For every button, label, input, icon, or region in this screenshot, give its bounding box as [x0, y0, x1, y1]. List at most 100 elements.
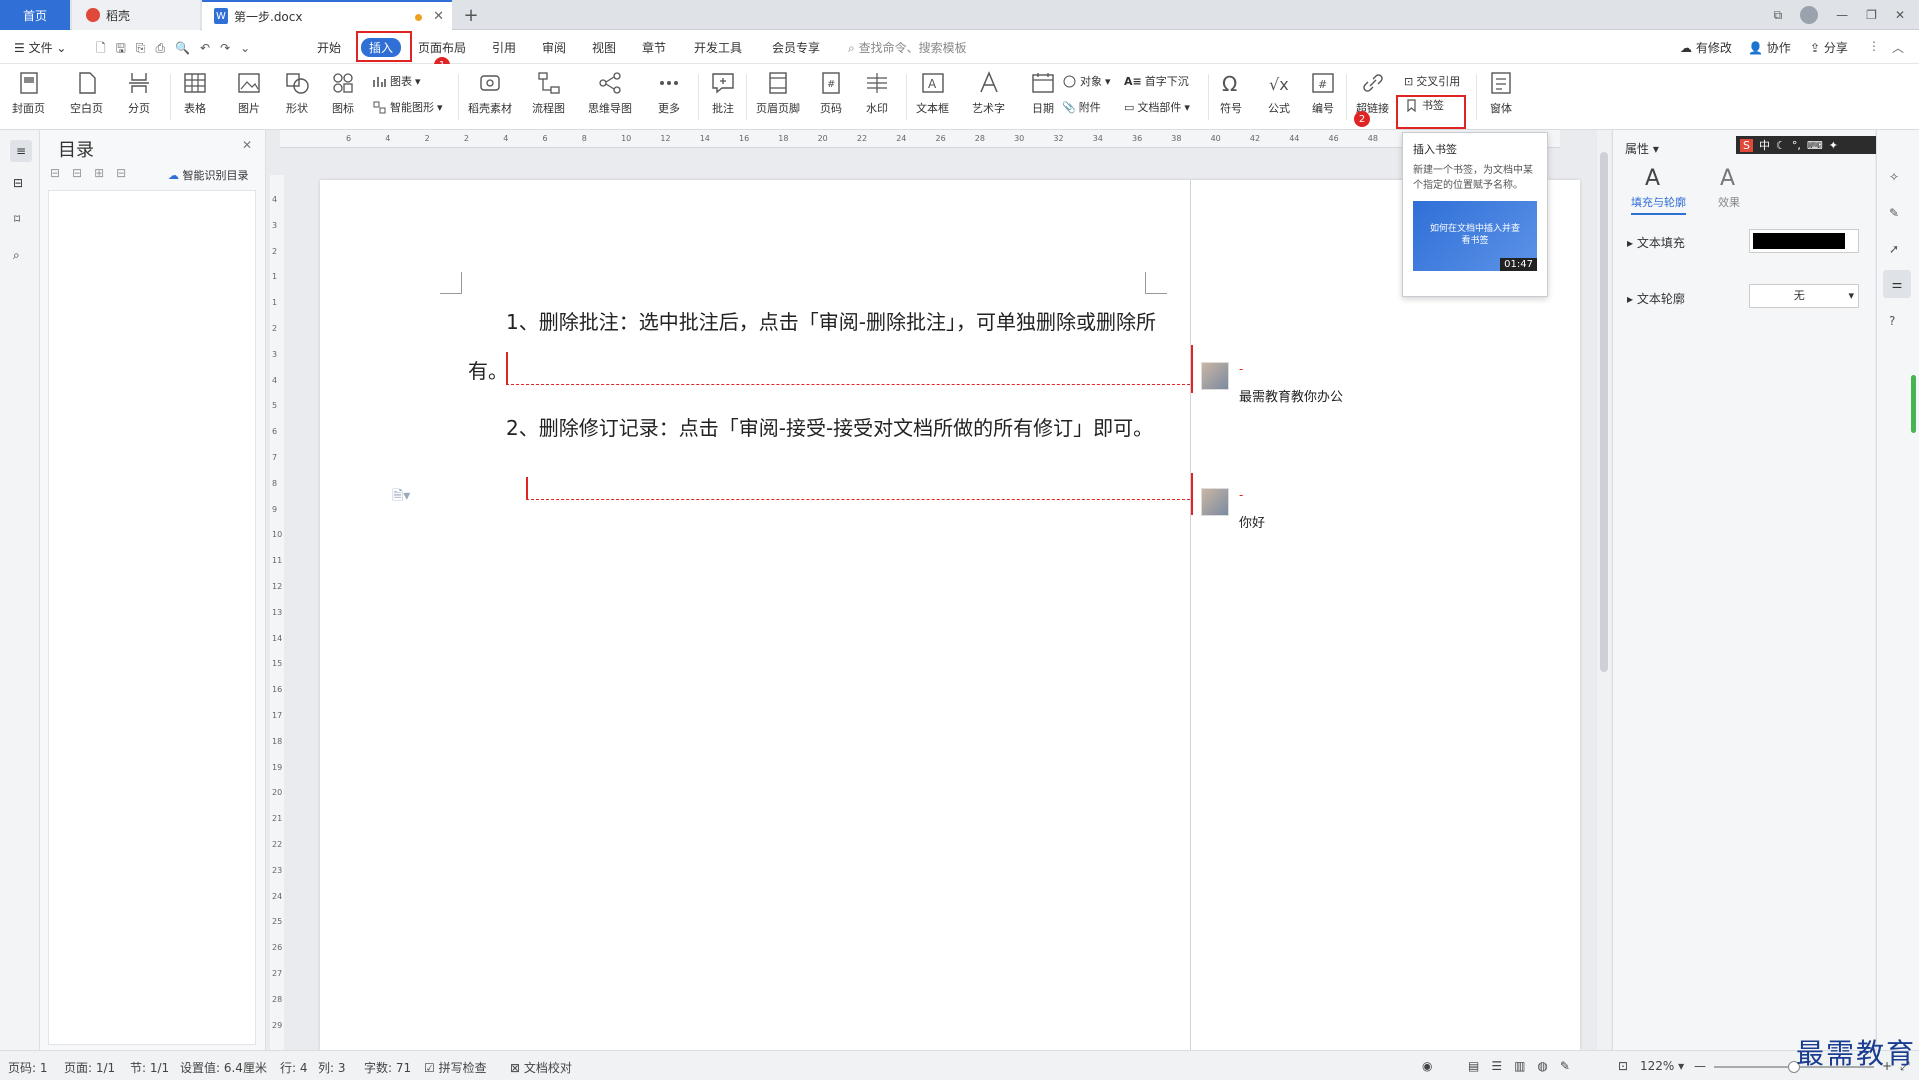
quick-access-toolbar[interactable]: 🗋🖫⎘⎙🔍↶↷⌄: [96, 39, 260, 60]
command-search[interactable]: ⌕ 查找命令、搜索模板: [848, 39, 967, 56]
mind-map-button[interactable]: 思维导图: [588, 70, 632, 116]
zoom-out-icon[interactable]: —: [1694, 1059, 1706, 1073]
more-options-icon[interactable]: ⋮: [1868, 39, 1880, 53]
search-nav-icon[interactable]: ⌕: [13, 248, 20, 263]
style-icon[interactable]: ✧: [1889, 170, 1899, 184]
page-number-button[interactable]: # 页码: [818, 70, 844, 116]
menu-member[interactable]: 会员专享: [772, 39, 820, 56]
status-setting[interactable]: 设置值: 6.4厘米: [180, 1059, 267, 1076]
blank-page-button[interactable]: 空白页: [70, 70, 103, 116]
table-button[interactable]: 表格: [182, 70, 208, 116]
daoke-material-button[interactable]: 稻壳素材: [468, 70, 512, 116]
text-box-button[interactable]: A 文本框: [916, 70, 949, 116]
file-menu[interactable]: ☰ 文件 ⌄: [14, 39, 66, 56]
zoom-fit-icon[interactable]: ⊡: [1618, 1059, 1628, 1073]
menu-developer[interactable]: 开发工具: [694, 39, 742, 56]
effect-tab-icon[interactable]: A: [1720, 166, 1735, 191]
paragraph-2[interactable]: 2、删除修订记录：点击「审阅-接受-接受对文档所做的所有修订」即可。: [506, 412, 1153, 441]
effect-tab[interactable]: 效果: [1718, 194, 1740, 210]
fill-outline-tab[interactable]: 填充与轮廓: [1631, 194, 1686, 215]
cross-reference-button[interactable]: ⊡ 交叉引用: [1404, 73, 1460, 89]
menu-start[interactable]: 开始: [317, 39, 341, 56]
menu-review[interactable]: 审阅: [542, 39, 566, 56]
chart-button[interactable]: 图表 ▾: [372, 73, 421, 89]
object-button[interactable]: 对象 ▾: [1062, 73, 1111, 89]
layout-icon[interactable]: ⧉: [1774, 8, 1783, 23]
close-toc-icon[interactable]: ✕: [242, 138, 252, 152]
property-title[interactable]: 属性 ▾: [1625, 140, 1659, 157]
close-tab-icon[interactable]: ✕: [433, 9, 444, 24]
select-icon[interactable]: ➚: [1889, 242, 1899, 256]
fill-outline-tab-icon[interactable]: A: [1645, 166, 1660, 191]
menu-references[interactable]: 引用: [492, 39, 516, 56]
text-fill-row[interactable]: ▸ 文本填充: [1627, 234, 1685, 251]
text-outline-row[interactable]: ▸ 文本轮廓: [1627, 290, 1685, 307]
comment-button[interactable]: 批注: [710, 70, 736, 116]
formula-button[interactable]: √x 公式: [1266, 70, 1292, 116]
side-scroll-indicator[interactable]: [1911, 375, 1916, 433]
paragraph-1-cont[interactable]: 有。: [468, 355, 508, 384]
tab-daoke[interactable]: 稻壳: [72, 0, 200, 30]
status-page[interactable]: 页码: 1: [8, 1059, 48, 1076]
zoom-level[interactable]: 122% ▾: [1640, 1059, 1684, 1073]
restore-icon[interactable]: ❐: [1866, 8, 1877, 22]
tooltip-video-thumbnail[interactable]: 如何在文档中插入并查看书签 01:47: [1413, 201, 1537, 271]
smart-toc-button[interactable]: ☁ 智能识别目录: [168, 167, 249, 183]
collapse-ribbon-icon[interactable]: ︿: [1892, 39, 1904, 56]
page-break-button[interactable]: 分页: [126, 70, 152, 116]
header-footer-button[interactable]: 页眉页脚: [756, 70, 800, 116]
close-window-icon[interactable]: ✕: [1895, 8, 1905, 22]
tab-document[interactable]: W 第一步.docx ✕: [202, 0, 452, 30]
bookmark-nav-icon[interactable]: ⌑: [14, 212, 20, 226]
hyperlink-button[interactable]: 超链接: [1356, 70, 1389, 116]
more-button[interactable]: 更多: [656, 70, 682, 116]
pen-icon[interactable]: ✎: [1889, 206, 1899, 220]
smart-graphic-button[interactable]: 智能图形 ▾: [372, 99, 443, 115]
vertical-scrollbar[interactable]: [1597, 130, 1611, 1050]
attachment-button[interactable]: 📎 附件: [1062, 99, 1101, 115]
watermark-button[interactable]: 水印: [864, 70, 890, 116]
flowchart-button[interactable]: 流程图: [532, 70, 565, 116]
new-tab-button[interactable]: +: [458, 0, 484, 30]
share-button[interactable]: ⇪ 分享: [1810, 39, 1848, 56]
toc-nav-icon[interactable]: ≡: [10, 140, 32, 162]
status-words[interactable]: 字数: 71: [364, 1059, 411, 1076]
status-row[interactable]: 行: 4: [280, 1059, 308, 1076]
user-avatar[interactable]: [1800, 6, 1819, 24]
status-pages[interactable]: 页面: 1/1: [64, 1059, 115, 1076]
shape-button[interactable]: 形状: [284, 70, 310, 116]
toc-tools[interactable]: ⊟⊟⊞⊟: [50, 166, 138, 180]
word-art-button[interactable]: 艺术字: [972, 70, 1005, 116]
cover-page-button[interactable]: 封面页: [12, 70, 45, 116]
text-outline-select[interactable]: 无 ▾: [1749, 284, 1859, 308]
minimize-icon[interactable]: —: [1836, 8, 1848, 22]
icon-library-button[interactable]: 图标: [330, 70, 356, 116]
doc-proof-button[interactable]: ⊠ 文档校对: [510, 1059, 572, 1076]
comment-text-2[interactable]: 你好: [1239, 512, 1265, 531]
collaborate-button[interactable]: 👤 协作: [1748, 39, 1791, 56]
paragraph-marker-icon[interactable]: 🗎▾: [392, 485, 410, 509]
drop-cap-button[interactable]: A≡ 首字下沉: [1124, 73, 1189, 89]
modified-button[interactable]: ☁ 有修改: [1680, 39, 1732, 56]
picture-button[interactable]: 图片: [236, 70, 262, 116]
form-button[interactable]: 窗体: [1488, 70, 1514, 116]
status-col[interactable]: 列: 3: [318, 1059, 346, 1076]
tab-home[interactable]: 首页: [0, 0, 70, 30]
help-icon[interactable]: ?: [1889, 314, 1895, 328]
date-button[interactable]: 日期: [1030, 70, 1056, 116]
spell-check-button[interactable]: ☑ 拼写检查: [424, 1059, 487, 1076]
menu-view[interactable]: 视图: [592, 39, 616, 56]
properties-icon[interactable]: ⚌: [1883, 270, 1911, 298]
numbering-button[interactable]: # 编号: [1310, 70, 1336, 116]
symbol-button[interactable]: Ω 符号: [1218, 70, 1244, 116]
scroll-thumb[interactable]: [1600, 152, 1608, 672]
view-mode-icons[interactable]: ▤☰▥◍✎: [1468, 1059, 1582, 1073]
text-fill-color-picker[interactable]: [1749, 229, 1859, 253]
menu-chapter[interactable]: 章节: [642, 39, 666, 56]
doc-part-button[interactable]: ▭ 文档部件 ▾: [1124, 99, 1190, 115]
chapter-nav-icon[interactable]: ⊟: [13, 176, 23, 190]
menu-page-layout[interactable]: 页面布局: [418, 39, 466, 56]
eye-protection-icon[interactable]: ◉: [1422, 1059, 1432, 1073]
paragraph-1[interactable]: 1、删除批注：选中批注后，点击「审阅-删除批注」，可单独删除或删除所: [506, 306, 1156, 335]
comment-text-1[interactable]: 最需教育教你办公: [1239, 386, 1343, 405]
